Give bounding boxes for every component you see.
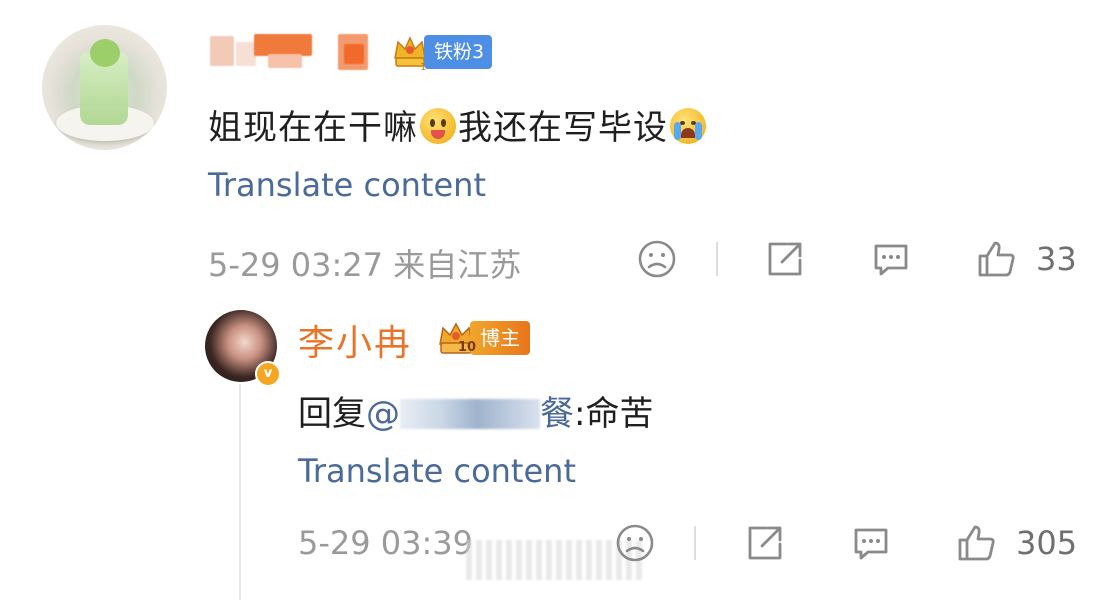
- blogger-badge[interactable]: 10 博主: [436, 318, 530, 358]
- comment-location: 来自江苏: [393, 246, 522, 284]
- reply-prefix: 回复: [298, 394, 366, 434]
- mention-tail: 餐: [540, 394, 574, 434]
- comment-icon[interactable]: [850, 522, 892, 564]
- comment-text-part-2: 我还在写毕设: [458, 108, 668, 148]
- author-name[interactable]: 李小冉: [298, 314, 412, 366]
- fan-badge-label: 铁粉3: [424, 35, 493, 69]
- comment-timestamp: 5-29 03:27: [208, 246, 384, 284]
- reply-translate-content-link[interactable]: Translate content: [298, 452, 576, 490]
- tongue-out-emoji: [420, 108, 456, 144]
- share-icon[interactable]: [744, 522, 786, 564]
- comment-icon[interactable]: [870, 238, 912, 280]
- blogger-level: 10: [458, 340, 477, 355]
- thread-line: [239, 384, 241, 600]
- comment-meta: 5-29 03:27 来自江苏: [208, 240, 521, 286]
- sad-face-icon[interactable]: [614, 522, 656, 564]
- crying-emoji: [670, 108, 706, 144]
- share-icon[interactable]: [764, 238, 806, 280]
- reply-body: :命苦: [574, 394, 654, 434]
- like-icon[interactable]: [976, 238, 1018, 280]
- verified-v-icon: v: [255, 361, 281, 387]
- blogger-badge-label: 博主: [470, 321, 530, 355]
- fan-level-badge[interactable]: 1 铁粉3: [390, 32, 493, 72]
- mention-redacted: [400, 399, 540, 429]
- avatar-apple: [90, 39, 120, 67]
- comment-text-part-1: 姐现在在干嘛: [208, 108, 418, 148]
- like-count: 33: [1036, 240, 1077, 278]
- sad-face-icon[interactable]: [636, 238, 678, 280]
- reply-like-count: 305: [1016, 524, 1078, 562]
- comment-text: 姐现在在干嘛 我还在写毕设: [208, 100, 708, 149]
- mention-link[interactable]: @ 餐: [366, 394, 574, 434]
- action-divider: [694, 526, 696, 560]
- reply-text: 回复@ 餐:命苦: [298, 386, 653, 435]
- reply-timestamp: 5-29 03:39: [298, 524, 474, 562]
- like-icon[interactable]: [956, 522, 998, 564]
- commenter-avatar[interactable]: [42, 25, 167, 150]
- action-divider: [716, 242, 718, 276]
- commenter-username-redacted[interactable]: [208, 30, 378, 74]
- mention-at: @: [366, 394, 400, 434]
- translate-content-link[interactable]: Translate content: [208, 166, 486, 204]
